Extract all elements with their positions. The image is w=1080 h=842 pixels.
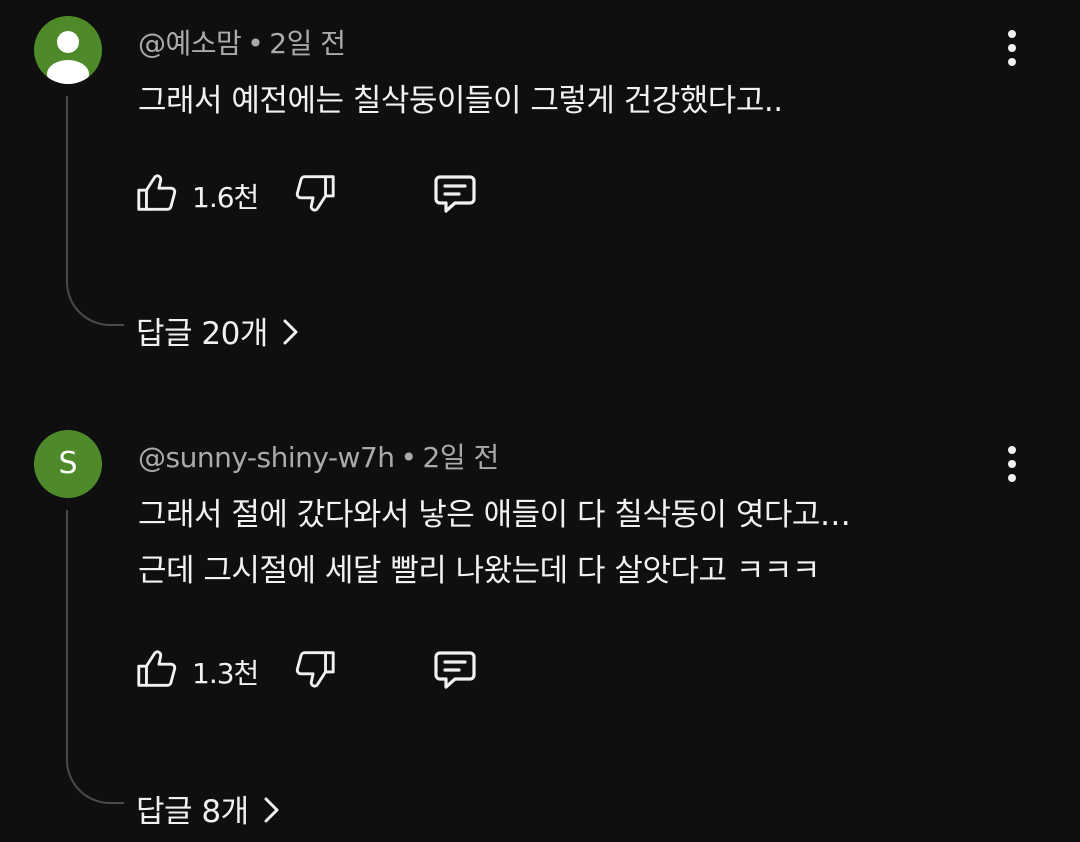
- avatar-letter: S: [58, 446, 78, 481]
- reply-button[interactable]: [430, 170, 480, 220]
- meta-separator: •: [247, 27, 264, 60]
- like-button[interactable]: 1.3천: [134, 646, 264, 696]
- more-vert-icon-dot: [1008, 30, 1016, 38]
- avatar[interactable]: S: [34, 430, 102, 498]
- comment-text-line: 그래서 예전에는 칠삭둥이들이 그렇게 건강했다고..: [138, 83, 783, 119]
- comment-time: 2일 전: [269, 27, 346, 60]
- like-button[interactable]: 1.6천: [134, 170, 264, 220]
- more-vert-icon-dot: [1008, 58, 1016, 66]
- more-vert-icon-dot: [1008, 446, 1016, 454]
- comment-author[interactable]: @sunny-shiny-w7h: [138, 441, 395, 474]
- view-replies-button[interactable]: 답글 20개: [136, 308, 300, 353]
- comment-text-line: 근데 그시절에 세달 빨리 나왔는데 다 살앗다고 ㅋㅋㅋ: [138, 553, 820, 589]
- chevron-right-icon: [264, 797, 279, 823]
- dislike-button[interactable]: [292, 646, 340, 696]
- comment-icon: [434, 175, 476, 213]
- reply-button[interactable]: [430, 646, 480, 696]
- more-vert-icon-dot: [1008, 460, 1016, 468]
- reply-thread-line: [66, 96, 124, 326]
- avatar[interactable]: [34, 16, 102, 84]
- comment-author[interactable]: @예소맘: [138, 27, 242, 60]
- like-count: 1.6천: [192, 181, 259, 214]
- comment-meta: @sunny-shiny-w7h • 2일 전: [138, 436, 499, 476]
- replies-label: 답글 20개: [136, 316, 268, 352]
- thumbs-down-icon: [295, 175, 335, 212]
- like-count: 1.3천: [192, 657, 259, 690]
- dislike-button[interactable]: [292, 170, 340, 220]
- more-options-button[interactable]: [994, 26, 1030, 70]
- thumbs-up-icon: [137, 650, 177, 687]
- more-vert-icon-dot: [1008, 44, 1016, 52]
- view-replies-button[interactable]: 답글 8개: [136, 786, 281, 831]
- replies-label: 답글 8개: [136, 794, 249, 830]
- comment-text: 그래서 절에 갔다와서 낳은 애들이 다 칠삭동이 엿다고… 근데 그시절에 세…: [138, 487, 1018, 599]
- comment-icon: [434, 651, 476, 689]
- comment-text: 그래서 예전에는 칠삭둥이들이 그렇게 건강했다고..: [138, 73, 1018, 129]
- default-person-icon: [47, 31, 89, 84]
- meta-separator: •: [400, 441, 418, 474]
- comment-meta: @예소맘 • 2일 전: [138, 22, 346, 62]
- more-vert-icon-dot: [1008, 474, 1016, 482]
- thumbs-down-icon: [295, 651, 335, 688]
- thumbs-up-icon: [137, 174, 177, 211]
- reply-thread-line: [66, 510, 124, 804]
- more-options-button[interactable]: [994, 442, 1030, 486]
- comment-time: 2일 전: [422, 441, 500, 474]
- chevron-right-icon: [283, 319, 298, 345]
- comment-text-line: 그래서 절에 갔다와서 낳은 애들이 다 칠삭동이 엿다고…: [138, 497, 851, 533]
